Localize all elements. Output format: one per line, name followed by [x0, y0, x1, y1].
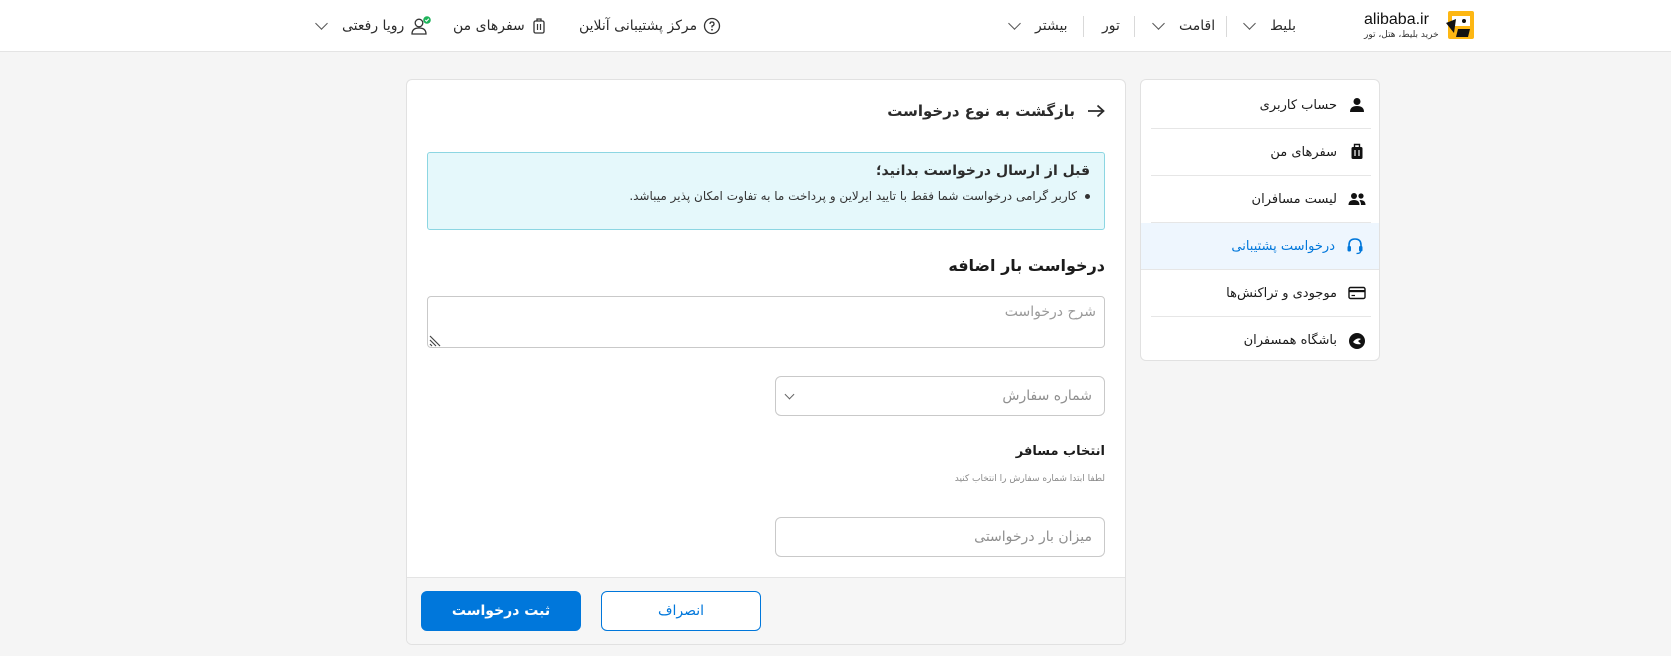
sidebar-item-passengers[interactable]: لیست مسافران [1151, 176, 1371, 223]
nav-tour[interactable]: تور [1102, 0, 1120, 52]
logo-text: alibaba.ir [1364, 11, 1429, 28]
chevron-down-icon [315, 17, 328, 30]
chevron-down-icon [784, 389, 795, 399]
users-icon [1347, 189, 1367, 209]
club-icon [1347, 331, 1367, 351]
sidebar-item-label: سفرهای من [1270, 144, 1337, 160]
chevron-down-icon [1008, 17, 1021, 30]
sidebar-item-club[interactable]: باشگاه همسفران [1151, 317, 1371, 364]
back-label: بازگشت به نوع درخواست [887, 102, 1075, 120]
sidebar-item-balance-transactions[interactable]: موجودی و تراکنش‌ها [1151, 270, 1371, 317]
submit-request-button[interactable]: ثبت درخواست [421, 591, 581, 631]
baggage-amount-input[interactable] [775, 517, 1105, 557]
passenger-select-label: انتخاب مسافر [1015, 444, 1105, 459]
notice-box: قبل از ارسال درخواست بدانید؛ کاربر گرامی… [427, 152, 1105, 230]
arrow-right-icon [1088, 104, 1105, 118]
chevron-down-icon [1243, 17, 1256, 30]
suitcase-icon [533, 18, 545, 34]
user-icon [1347, 95, 1367, 115]
user-name: رویا رفعتی [342, 18, 405, 34]
form-footer: انصراف ثبت درخواست [407, 577, 1125, 644]
nav-divider [1226, 16, 1227, 37]
sidebar-item-my-trips[interactable]: سفرهای من [1151, 129, 1371, 176]
nav-stay[interactable]: اقامت [1152, 0, 1216, 52]
question-icon [703, 17, 721, 35]
nav-tour-label: تور [1102, 18, 1120, 34]
sidebar-item-label: لیست مسافران [1251, 191, 1337, 207]
nav-more[interactable]: بیشتر [1008, 0, 1068, 52]
notice-title: قبل از ارسال درخواست بدانید؛ [875, 163, 1090, 179]
user-menu[interactable]: رویا رفعتی [315, 0, 432, 52]
sidebar-item-label: باشگاه همسفران [1243, 333, 1337, 348]
nav-ticket[interactable]: بلیط [1243, 0, 1297, 52]
section-title: درخواست بار اضافه [948, 256, 1105, 275]
chevron-down-icon [1152, 17, 1165, 30]
sidebar-item-support-request[interactable]: درخواست پشتیبانی [1141, 223, 1379, 270]
bullet-icon [1085, 193, 1090, 199]
resize-grip-icon[interactable] [429, 335, 441, 347]
account-sidebar: حساب کاربری سفرهای من لیست مسافران درخوا… [1140, 79, 1380, 361]
order-number-select[interactable]: شماره سفارش [775, 376, 1105, 416]
passenger-hint: لطفا ابتدا شماره سفارش را انتخاب کنید [954, 474, 1105, 484]
top-header: alibaba.ir خرید بلیط، هتل، تور بلیط اقام… [0, 0, 1671, 52]
nav-divider [1134, 16, 1135, 37]
back-to-request-type[interactable]: بازگشت به نوع درخواست [887, 96, 1105, 126]
sidebar-item-label: موجودی و تراکنش‌ها [1226, 285, 1337, 301]
cancel-button[interactable]: انصراف [601, 591, 761, 631]
headset-icon [1345, 236, 1365, 256]
card-icon [1347, 283, 1367, 303]
logo-subtitle: خرید بلیط، هتل، تور [1364, 30, 1439, 40]
nav-ticket-label: بلیط [1270, 18, 1297, 34]
nav-stay-label: اقامت [1179, 18, 1216, 34]
support-center-label: مرکز پشتیبانی آنلاین [579, 18, 698, 34]
sidebar-item-label: درخواست پشتیبانی [1231, 238, 1335, 254]
sidebar-item-label: حساب کاربری [1259, 97, 1337, 113]
my-trips-link[interactable]: سفرهای من [453, 0, 547, 52]
description-textarea[interactable] [427, 296, 1105, 348]
nav-more-label: بیشتر [1035, 18, 1068, 34]
user-avatar-icon [411, 16, 432, 35]
support-request-card: بازگشت به نوع درخواست قبل از ارسال درخوا… [406, 79, 1126, 645]
nav-divider [1083, 16, 1084, 37]
order-number-placeholder: شماره سفارش [1002, 388, 1092, 404]
support-center-link[interactable]: مرکز پشتیبانی آنلاین [579, 0, 721, 52]
logo-mark-icon [1446, 11, 1474, 39]
my-trips-label: سفرهای من [453, 18, 525, 34]
alibaba-logo[interactable]: alibaba.ir خرید بلیط، هتل، تور [1364, 9, 1484, 45]
sidebar-item-account[interactable]: حساب کاربری [1151, 82, 1371, 129]
notice-item-text: کاربر گرامی درخواست شما فقط با تایید ایر… [629, 189, 1077, 203]
notice-item: کاربر گرامی درخواست شما فقط با تایید ایر… [442, 189, 1090, 203]
suitcase-icon [1347, 142, 1367, 162]
